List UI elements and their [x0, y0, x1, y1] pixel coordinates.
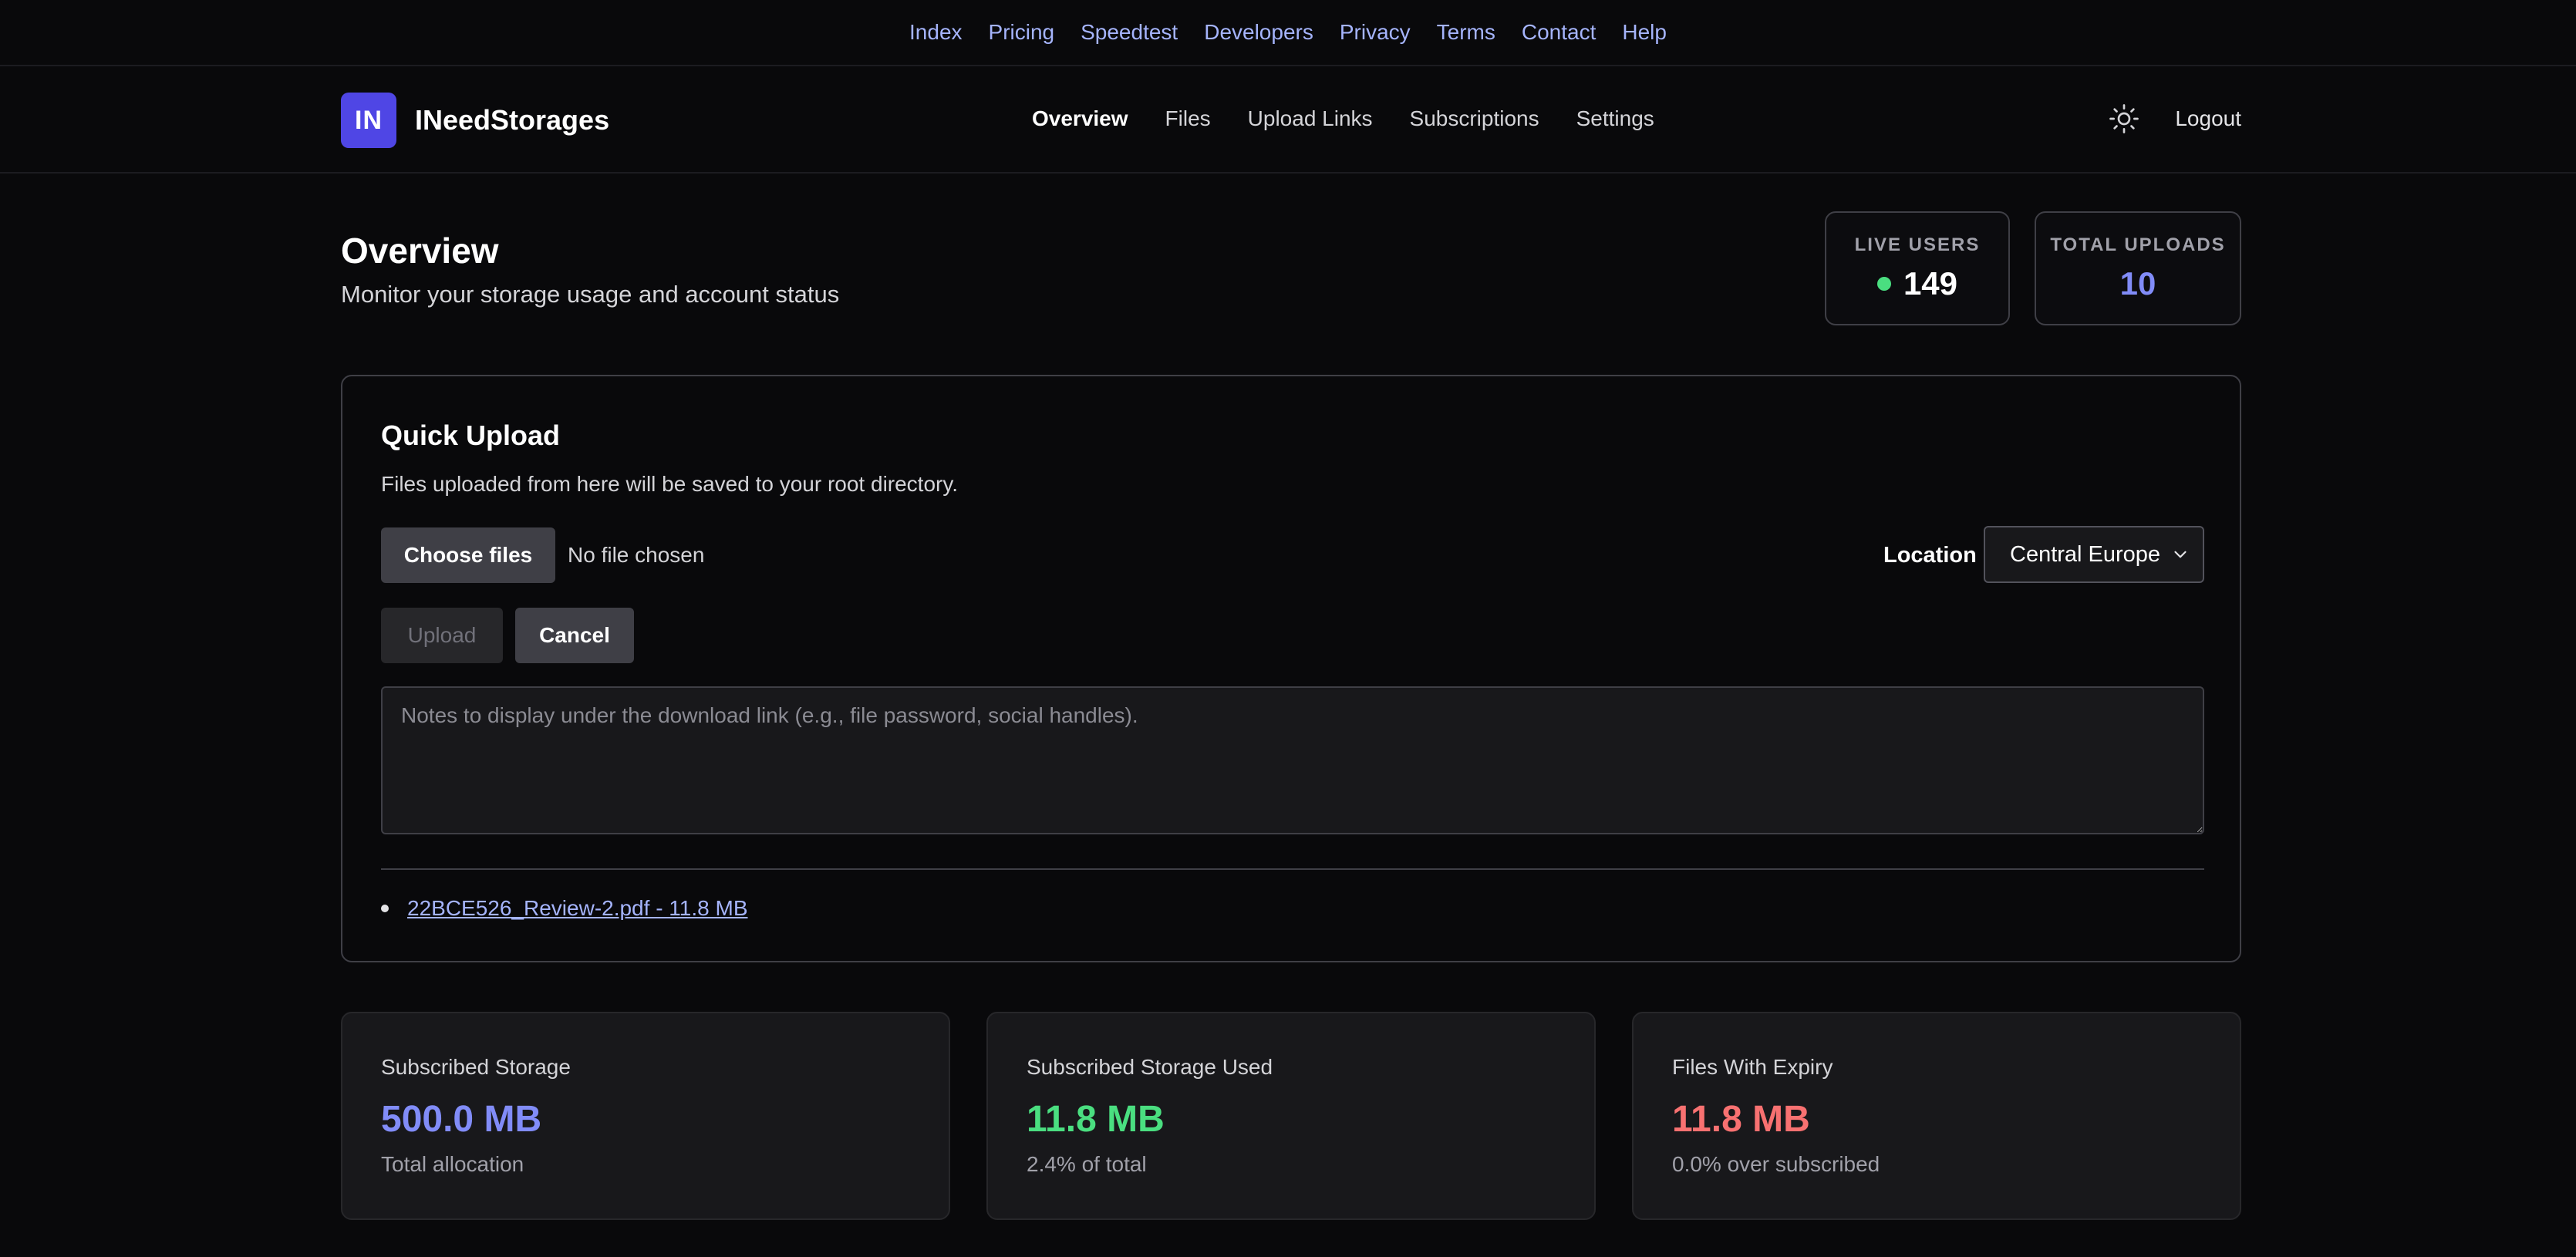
- location-select[interactable]: Central Europe: [1984, 526, 2204, 583]
- storage-used-card: Subscribed Storage Used 11.8 MB 2.4% of …: [986, 1012, 1596, 1220]
- topnav-index-link[interactable]: Index: [909, 20, 963, 45]
- nav-overview[interactable]: Overview: [1032, 106, 1128, 131]
- upload-button[interactable]: Upload: [381, 608, 503, 663]
- nav-files[interactable]: Files: [1165, 106, 1211, 131]
- list-item: 22BCE526_Review-2.pdf - 11.8 MB: [381, 896, 748, 921]
- quick-upload-description: Files uploaded from here will be saved t…: [381, 472, 959, 496]
- live-users-stat: LIVE USERS 149: [1825, 211, 2010, 325]
- storage-used-sub: 2.4% of total: [1027, 1152, 1147, 1176]
- app-header: IN INeedStorages Overview Files Upload L…: [0, 66, 2576, 174]
- uploaded-files-list: 22BCE526_Review-2.pdf - 11.8 MB: [381, 896, 748, 921]
- page-subtitle: Monitor your storage usage and account s…: [341, 281, 840, 308]
- file-status-text: No file chosen: [568, 543, 705, 567]
- location-selected-value: Central Europe: [2010, 541, 2161, 567]
- brand-name: INeedStorages: [415, 104, 610, 136]
- quick-upload-title: Quick Upload: [381, 420, 561, 451]
- topnav-terms-link[interactable]: Terms: [1437, 20, 1495, 45]
- divider: [381, 868, 2204, 870]
- subscribed-storage-card: Subscribed Storage 500.0 MB Total alloca…: [341, 1012, 950, 1220]
- total-uploads-value: 10: [2119, 265, 2156, 302]
- logout-button[interactable]: Logout: [2175, 106, 2241, 131]
- theme-toggle-button[interactable]: [2107, 102, 2141, 136]
- live-users-label: LIVE USERS: [1854, 234, 1981, 255]
- nav-subscriptions[interactable]: Subscriptions: [1410, 106, 1539, 131]
- live-status-dot-icon: [1876, 277, 1891, 291]
- subscribed-storage-value: 500.0 MB: [381, 1099, 542, 1140]
- cancel-button[interactable]: Cancel: [515, 608, 634, 663]
- storage-used-label: Subscribed Storage Used: [1027, 1055, 1273, 1079]
- live-users-value-row: 149: [1876, 265, 1958, 302]
- topnav-contact-link[interactable]: Contact: [1522, 20, 1597, 45]
- topnav-developers-link[interactable]: Developers: [1204, 20, 1313, 45]
- header-actions: Logout: [2107, 102, 2241, 136]
- top-utility-nav: Index Pricing Speedtest Developers Priva…: [0, 0, 2576, 66]
- topnav-speedtest-link[interactable]: Speedtest: [1081, 20, 1178, 45]
- live-users-value: 149: [1903, 265, 1958, 302]
- topnav-pricing-link[interactable]: Pricing: [989, 20, 1055, 45]
- topnav-privacy-link[interactable]: Privacy: [1340, 20, 1411, 45]
- quick-upload-card: Quick Upload Files uploaded from here wi…: [341, 375, 2241, 962]
- storage-used-value: 11.8 MB: [1027, 1099, 1165, 1140]
- brand-logo: IN: [341, 93, 396, 148]
- uploaded-file-link[interactable]: 22BCE526_Review-2.pdf - 11.8 MB: [407, 896, 748, 921]
- total-uploads-stat: TOTAL UPLOADS 10: [2035, 211, 2241, 325]
- files-with-expiry-label: Files With Expiry: [1672, 1055, 1833, 1079]
- nav-upload-links[interactable]: Upload Links: [1248, 106, 1373, 131]
- sun-icon: [2109, 104, 2139, 133]
- location-label: Location: [1883, 543, 1977, 568]
- files-with-expiry-sub: 0.0% over subscribed: [1672, 1152, 1880, 1176]
- bullet-icon: [381, 905, 389, 912]
- topnav-help-link[interactable]: Help: [1622, 20, 1667, 45]
- choose-files-button[interactable]: Choose files: [381, 527, 555, 583]
- total-uploads-label: TOTAL UPLOADS: [2050, 234, 2226, 255]
- chevron-down-icon: [2174, 551, 2187, 558]
- files-with-expiry-value: 11.8 MB: [1672, 1099, 1810, 1140]
- subscribed-storage-sub: Total allocation: [381, 1152, 524, 1176]
- nav-settings[interactable]: Settings: [1576, 106, 1654, 131]
- brand[interactable]: IN INeedStorages: [341, 93, 609, 148]
- main-nav: Overview Files Upload Links Subscription…: [1032, 106, 1654, 131]
- subscribed-storage-label: Subscribed Storage: [381, 1055, 571, 1079]
- files-with-expiry-card: Files With Expiry 11.8 MB 0.0% over subs…: [1632, 1012, 2241, 1220]
- notes-textarea[interactable]: [381, 686, 2204, 834]
- page-title: Overview: [341, 231, 499, 271]
